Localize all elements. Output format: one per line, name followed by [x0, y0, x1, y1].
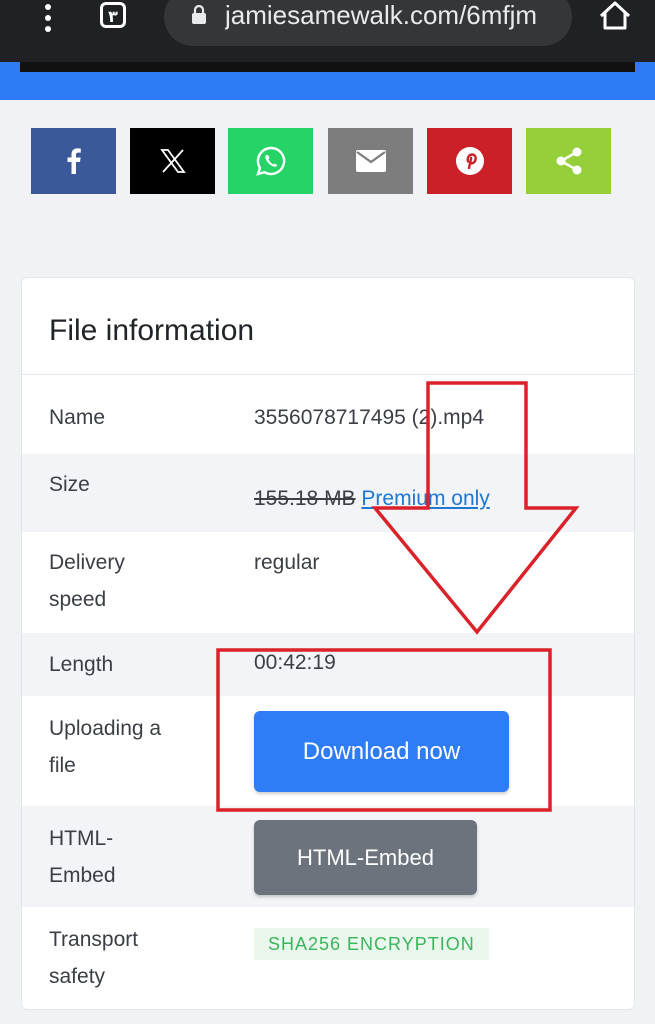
premium-only-link[interactable]: Premium only: [361, 487, 489, 510]
file-information-card: File information Name 3556078717495 (2).…: [21, 277, 635, 1010]
encryption-badge: SHA256 ENCRYPTION: [254, 928, 489, 960]
card-title: File information: [49, 314, 255, 347]
delivery-label-line1: Delivery: [49, 551, 125, 574]
info-row-length: Length 00:42:19: [22, 633, 634, 696]
delivery-speed-value: regular: [254, 551, 320, 574]
tab-switcher-button[interactable]: ٣: [100, 2, 126, 28]
whatsapp-icon: [255, 146, 285, 176]
pinterest-share-button[interactable]: [427, 128, 512, 194]
share-icon: [556, 147, 581, 175]
size-value: 155.18 MB Premium only: [254, 480, 490, 517]
facebook-icon: [67, 148, 81, 174]
transport-label-line1: Transport: [49, 928, 139, 951]
pinterest-icon: [455, 147, 484, 175]
generic-share-button[interactable]: [526, 128, 611, 194]
x-share-button[interactable]: [130, 128, 215, 194]
length-label: Length: [49, 653, 114, 676]
more-menu-icon[interactable]: [38, 2, 58, 32]
url-text[interactable]: jamiesamewalk.com/6mfjm: [225, 0, 565, 31]
length-value: 00:42:19: [254, 651, 336, 674]
info-row-name: Name 3556078717495 (2).mp4: [22, 375, 634, 454]
info-row-delivery: Delivery speed regular: [22, 532, 634, 633]
download-now-button[interactable]: Download now: [254, 711, 509, 792]
transport-label-line2: safety: [49, 965, 106, 988]
whatsapp-share-button[interactable]: [228, 128, 313, 194]
delivery-label-line2: speed: [49, 588, 107, 611]
transport-safety-label: Transport safety: [49, 921, 138, 995]
name-label: Name: [49, 406, 106, 429]
home-icon[interactable]: [597, 0, 633, 30]
lock-icon: [192, 5, 206, 24]
mail-icon: [355, 150, 386, 172]
x-icon: [159, 149, 186, 173]
delivery-speed-label: Delivery speed: [49, 544, 125, 618]
file-name-value: 3556078717495 (2).mp4: [254, 406, 485, 429]
html-embed-button[interactable]: HTML-Embed: [254, 820, 477, 895]
size-label: Size: [49, 473, 90, 496]
html-embed-label: HTML- Embed: [49, 820, 116, 894]
embed-label-line2: Embed: [49, 864, 116, 887]
uploading-label-line2: file: [49, 754, 76, 777]
uploading-label: Uploading a file: [49, 710, 161, 784]
email-share-button[interactable]: [328, 128, 413, 194]
embed-label-line1: HTML-: [49, 827, 114, 850]
header-strip: [20, 62, 635, 72]
info-row-size: Size 155.18 MB Premium only: [22, 454, 634, 532]
uploading-label-line1: Uploading a: [49, 717, 162, 740]
facebook-share-button[interactable]: [31, 128, 116, 194]
size-strikethrough: 155.18 MB: [254, 487, 356, 510]
